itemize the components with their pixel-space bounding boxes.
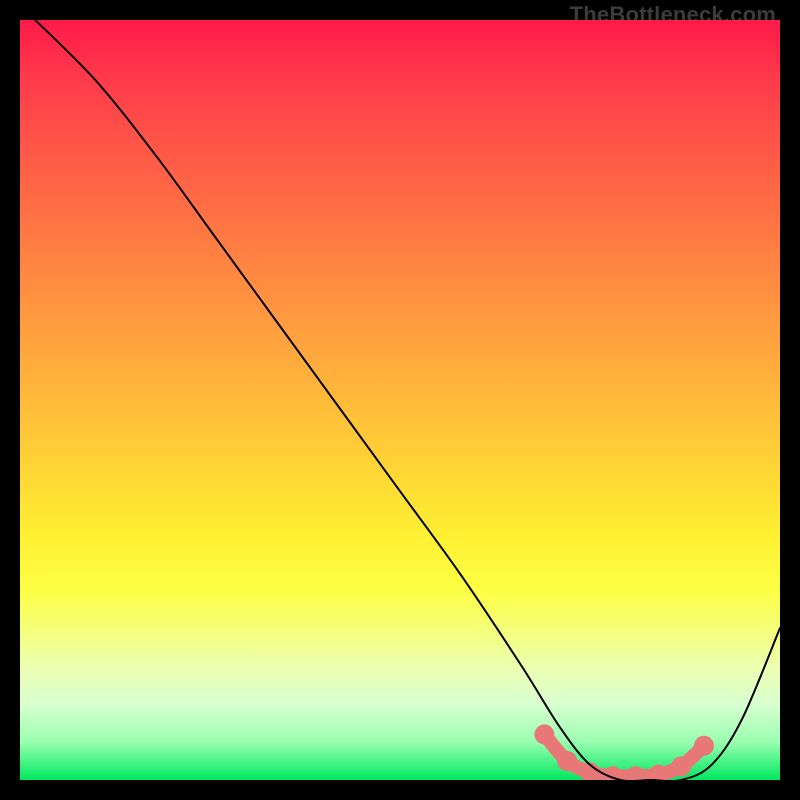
highlight-marker (534, 724, 554, 744)
highlight-marker (694, 736, 714, 756)
chart-frame (20, 20, 780, 780)
chart-svg (20, 20, 780, 780)
highlight-marker (557, 751, 577, 771)
highlight-marker (671, 756, 691, 776)
curve-line (35, 20, 780, 780)
highlight-marker (626, 766, 646, 780)
